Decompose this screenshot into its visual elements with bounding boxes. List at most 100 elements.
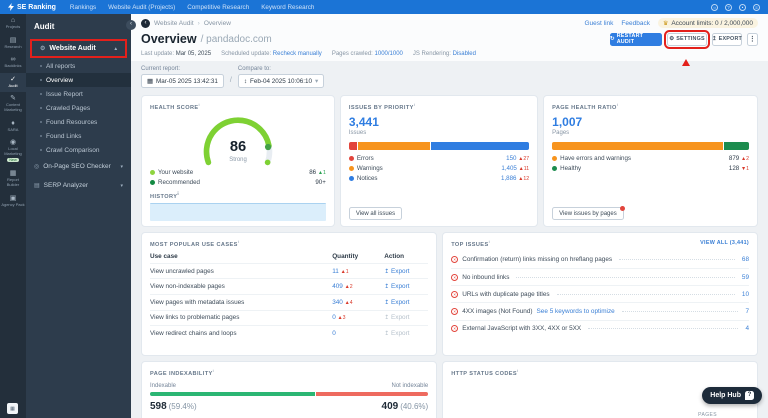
history-area-chart[interactable] — [150, 202, 326, 221]
errors-warnings-row[interactable]: Have errors and warnings 879 ▲2 — [552, 154, 749, 164]
use-case-link[interactable]: View non-indexable pages — [150, 283, 332, 290]
rail-item-projects[interactable]: ⌂ Projects — [0, 14, 26, 34]
rail-item-content-marketing[interactable]: ✎ Content Marketing — [0, 92, 26, 116]
rail-item-sara[interactable]: ♦ SARA — [0, 117, 26, 137]
guest-link[interactable]: Guest link — [585, 20, 614, 27]
export-link[interactable]: ↥ Export — [384, 283, 428, 290]
issue-count[interactable]: 10 — [742, 291, 749, 298]
issue-link[interactable]: URLs with duplicate page titles — [462, 291, 549, 298]
info-icon[interactable]: i — [414, 102, 416, 107]
breadcrumb-website-audit[interactable]: Website Audit — [154, 20, 194, 27]
use-case-row: View uncrawled pages 11 ▲1 ↥ Export — [150, 262, 429, 279]
view-all-issues-button[interactable]: View all issues — [348, 207, 403, 220]
rail-item-research[interactable]: ▤ Research — [0, 34, 26, 54]
sidebar-item-crawled-pages[interactable]: Crawled Pages — [26, 101, 131, 115]
sidebar-item-found-resources[interactable]: Found Resources — [26, 115, 131, 129]
top-issue-row: × URLs with duplicate page titles 10 — [451, 285, 749, 302]
compare-to-select[interactable]: ↕ Feb-04 2025 10:06:10 ▾ — [237, 74, 325, 88]
use-case-link[interactable]: View links to problematic pages — [150, 314, 332, 321]
rail-item-local-marketing[interactable]: ◉ Local Marketing New — [0, 136, 26, 167]
issue-count[interactable]: 59 — [742, 274, 749, 281]
issue-count[interactable]: 4 — [745, 325, 749, 332]
se-ranking-logo[interactable]: SE Ranking — [8, 3, 56, 11]
restart-audit-button[interactable]: ↻ RESTART AUDIT — [610, 32, 662, 46]
rail-item-agency-pack[interactable]: ▣ Agency Pack — [0, 192, 26, 212]
nav-keyword-research[interactable]: Keyword Research — [261, 4, 314, 11]
notices-row[interactable]: Notices 1,886 ▲12 — [348, 174, 529, 184]
sidebar-collapse-button[interactable]: ‹ — [126, 20, 136, 30]
more-options-button[interactable]: ⋮ — [747, 32, 758, 46]
export-icon: ↥ — [384, 331, 390, 338]
errors-warnings-segment[interactable] — [552, 141, 724, 150]
issue-link[interactable]: External JavaScript with 3XX, 4XX or 5XX — [462, 325, 581, 332]
change-indicator: ▲2 — [740, 156, 750, 163]
keywords-optimize-link[interactable]: See 5 keywords to optimize — [537, 308, 615, 315]
info-icon[interactable]: i — [177, 191, 179, 196]
launcher-icon[interactable]: ▦ — [7, 403, 18, 414]
use-case-link[interactable]: View uncrawled pages — [150, 268, 332, 275]
rail-item-audit[interactable]: ✓ Audit — [0, 72, 26, 93]
nav-rankings[interactable]: Rankings — [70, 4, 96, 11]
healthy-row[interactable]: Healthy 128 ▼1 — [552, 164, 749, 174]
use-case-link[interactable]: View pages with metadata issues — [150, 299, 332, 306]
nav-website-audit[interactable]: Website Audit (Projects) — [108, 4, 175, 11]
account-limits-badge[interactable]: ♛ Account limits: 0 / 2,000,000 — [657, 18, 758, 28]
pages-crawled-link[interactable]: 1000/1000 — [375, 51, 403, 57]
export-link[interactable]: ↥ Export — [384, 299, 428, 306]
issue-count[interactable]: 7 — [745, 308, 749, 315]
errors-segment[interactable] — [348, 141, 357, 150]
issue-link[interactable]: Confirmation (return) links missing on h… — [462, 256, 612, 263]
sidebar-item-all-reports[interactable]: All reports — [26, 59, 131, 73]
dotted-leader — [621, 311, 739, 313]
help-hub-button[interactable]: Help Hub ? — [702, 387, 762, 404]
healthy-segment[interactable] — [724, 141, 750, 150]
info-icon[interactable]: i — [517, 368, 519, 373]
sidebar-item-serp-analyzer[interactable]: ▤ SERP Analyzer ▾ — [26, 176, 131, 195]
bell-icon[interactable]: • — [739, 3, 746, 11]
view-issues-by-pages-button[interactable]: View issues by pages — [552, 205, 626, 220]
settings-button[interactable]: ⚙ SETTINGS — [664, 29, 710, 66]
info-icon[interactable]: i — [199, 102, 201, 107]
scheduled-update-link[interactable]: Recheck manually — [273, 51, 322, 57]
rail-item-report-builder[interactable]: ▦ Report Builder — [0, 167, 26, 191]
rail-item-backlinks[interactable]: ∞ Backlinks — [0, 53, 26, 73]
issue-link[interactable]: No inbound links — [462, 274, 509, 281]
use-case-row: View pages with metadata issues 340 ▲4 ↥… — [150, 294, 429, 310]
nav-competitive-research[interactable]: Competitive Research — [187, 4, 249, 11]
topbar-icons: ☼ ? • ≡ — [711, 3, 760, 11]
indexable-segment[interactable] — [150, 391, 315, 396]
export-link[interactable]: ↥ Export — [384, 268, 428, 275]
current-report-date-picker[interactable]: ▦ Mar-05 2025 13:42:31 — [141, 74, 224, 88]
issue-count[interactable]: 68 — [742, 256, 749, 263]
use-cases-header: Use case Quantity Action — [150, 252, 405, 260]
export-button[interactable]: ↥ EXPORT — [711, 32, 742, 46]
back-button[interactable]: ‹ — [141, 18, 150, 28]
feedback-link[interactable]: Feedback — [621, 20, 650, 27]
info-icon[interactable]: i — [489, 239, 491, 244]
info-icon[interactable]: i — [617, 102, 619, 107]
help-icon[interactable]: ? — [725, 3, 732, 11]
sidebar-item-overview[interactable]: Overview — [26, 73, 131, 87]
warnings-segment[interactable] — [357, 141, 431, 150]
indexability-title: PAGE INDEXABILITYi — [150, 368, 215, 377]
warnings-row[interactable]: Warnings 1,405 ▲11 — [348, 164, 529, 174]
info-icon[interactable]: i — [238, 239, 240, 244]
sidebar-item-crawl-comparison[interactable]: Crawl Comparison — [26, 143, 131, 157]
not-indexable-segment[interactable] — [315, 391, 429, 396]
sidebar-section-website-audit[interactable]: ⚙ Website Audit ▴ — [30, 39, 127, 58]
errors-row[interactable]: Errors 150 ▲27 — [348, 154, 529, 164]
error-icon: × — [451, 256, 459, 264]
bulb-icon[interactable]: ☼ — [711, 3, 718, 11]
sidebar-item-found-links[interactable]: Found Links — [26, 129, 131, 143]
export-icon: ↥ — [384, 268, 390, 275]
js-rendering-link[interactable]: Disabled — [453, 51, 476, 57]
export-icon: ↥ — [711, 36, 717, 42]
issue-link[interactable]: 4XX images (Not Found) — [462, 308, 532, 315]
use-case-link[interactable]: View redirect chains and loops — [150, 330, 332, 337]
sidebar-item-issue-report[interactable]: Issue Report — [26, 87, 131, 101]
info-icon[interactable]: i — [213, 368, 215, 373]
sidebar-item-onpage-seo-checker[interactable]: ◎ On-Page SEO Checker ▾ — [26, 157, 131, 176]
notices-segment[interactable] — [431, 141, 530, 150]
user-menu-icon[interactable]: ≡ — [753, 3, 760, 11]
view-all-link[interactable]: VIEW ALL (3,441) — [700, 240, 749, 246]
